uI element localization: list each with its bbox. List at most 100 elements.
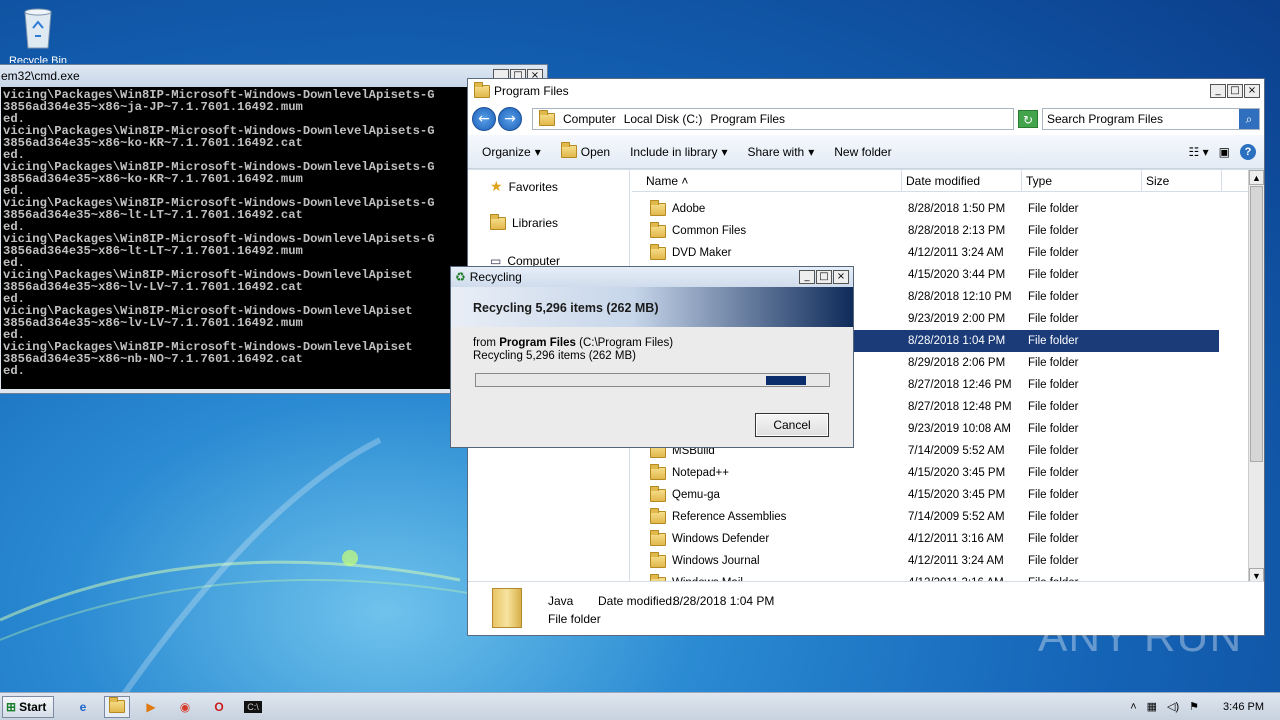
nav-favorites[interactable]: ★ Favorites <box>490 178 558 195</box>
view-options-icon[interactable]: ☷ ▾ <box>1189 145 1209 159</box>
refresh-button[interactable]: ↻ <box>1018 110 1038 128</box>
explorer-title: Program Files <box>494 84 569 98</box>
media-player-icon[interactable]: ▶ <box>138 696 164 718</box>
maximize-button[interactable]: □ <box>1227 84 1243 98</box>
table-row[interactable]: Qemu-ga 4/15/2020 3:45 PM File folder <box>632 484 1248 506</box>
row-name: Windows Journal <box>672 555 760 567</box>
cmd-line: 3856ad364e35~x86~lt-LT~7.1.7601.16492.mu… <box>3 244 303 258</box>
preview-pane-icon[interactable]: ▣ <box>1219 145 1230 159</box>
explorer-titlebar[interactable]: Program Files _ □ × <box>468 79 1264 103</box>
close-button[interactable]: × <box>1244 84 1260 98</box>
cancel-button[interactable]: Cancel <box>755 413 829 437</box>
column-headers: Name ˄ Date modified Type Size <box>632 170 1248 192</box>
search-placeholder: Search Program Files <box>1047 112 1164 126</box>
organize-menu[interactable]: Organize ▾ <box>482 145 541 159</box>
nav-libraries[interactable]: Libraries <box>490 213 558 230</box>
minimize-button[interactable]: _ <box>1210 84 1226 98</box>
address-bar[interactable]: Computer Local Disk (C:) Program Files <box>532 108 1014 130</box>
folder-icon <box>650 507 666 524</box>
row-type: File folder <box>1028 489 1079 501</box>
col-name[interactable]: Name ˄ <box>632 170 902 191</box>
clock[interactable]: 3:46 PM <box>1223 701 1264 713</box>
col-date-modified[interactable]: Date modified <box>902 170 1022 191</box>
row-type: File folder <box>1028 423 1079 435</box>
row-type: File folder <box>1028 225 1079 237</box>
explorer-taskbar-icon[interactable] <box>104 695 130 718</box>
table-row[interactable]: Notepad++ 4/15/2020 3:45 PM File folder <box>632 462 1248 484</box>
row-type: File folder <box>1028 313 1079 325</box>
recycle-bin-icon <box>24 8 52 49</box>
folder-icon <box>650 199 666 216</box>
row-date: 4/15/2020 3:45 PM <box>908 467 1006 479</box>
row-type: File folder <box>1028 379 1079 391</box>
share-with-menu[interactable]: Share with ▾ <box>748 145 815 159</box>
folder-icon <box>650 243 666 260</box>
row-date: 7/14/2009 5:52 AM <box>908 445 1005 457</box>
col-type[interactable]: Type <box>1022 170 1142 191</box>
cmd-titlebar[interactable]: em32\cmd.exe _ □ × <box>0 65 547 87</box>
scroll-thumb[interactable] <box>1250 186 1263 462</box>
folder-icon <box>650 463 666 480</box>
show-hidden-icons-icon[interactable]: ˄ <box>1130 701 1136 713</box>
dialog-headline: Recycling 5,296 items (262 MB) <box>451 287 853 327</box>
scroll-up-icon[interactable]: ▲ <box>1249 170 1264 185</box>
opera-icon[interactable]: O <box>206 696 232 718</box>
table-row[interactable]: Windows Defender 4/12/2011 3:16 AM File fo… <box>632 528 1248 550</box>
table-row[interactable]: Adobe 8/28/2018 1:50 PM File folder <box>632 198 1248 220</box>
breadcrumb-local-disk[interactable]: Local Disk (C:) <box>624 112 703 126</box>
close-button[interactable]: × <box>833 270 849 284</box>
recycling-dialog[interactable]: ♻ Recycling _ □ × Recycling 5,296 items … <box>450 266 854 448</box>
row-date: 9/23/2019 2:00 PM <box>908 313 1006 325</box>
row-type: File folder <box>1028 269 1079 281</box>
ie-icon[interactable]: e <box>70 696 96 718</box>
network-icon[interactable]: ▦ <box>1147 700 1157 713</box>
vertical-scrollbar[interactable]: ▲ ▼ <box>1248 170 1264 583</box>
row-date: 4/12/2011 3:16 AM <box>908 533 1004 545</box>
maximize-button[interactable]: □ <box>816 270 832 284</box>
row-type: File folder <box>1028 203 1079 215</box>
folder-icon <box>650 221 666 238</box>
table-row[interactable]: Windows Journal 4/12/2011 3:24 AM File fol… <box>632 550 1248 572</box>
folder-icon <box>474 81 490 98</box>
large-folder-icon <box>492 588 522 628</box>
row-date: 8/29/2018 2:06 PM <box>908 357 1006 369</box>
forward-button[interactable]: → <box>498 107 522 131</box>
col-size[interactable]: Size <box>1142 170 1222 191</box>
minimize-button[interactable]: _ <box>799 270 815 284</box>
row-date: 4/15/2020 3:44 PM <box>908 269 1006 281</box>
row-name: Common Files <box>672 225 747 237</box>
include-in-library-menu[interactable]: Include in library ▾ <box>630 145 727 159</box>
row-type: File folder <box>1028 357 1079 369</box>
breadcrumb-program-files[interactable]: Program Files <box>710 112 785 126</box>
windows-logo-icon: ⊞ <box>6 699 17 714</box>
dialog-titlebar[interactable]: ♻ Recycling _ □ × <box>451 267 853 287</box>
start-button[interactable]: ⊞ Start <box>2 695 54 718</box>
table-row[interactable]: Reference Assemblies 7/14/2009 5:52 AM Fil… <box>632 506 1248 528</box>
search-input[interactable]: Search Program Files ⌕ <box>1042 108 1260 130</box>
cmd-line: 3856ad364e35~x86~ja-JP~7.1.7601.16492.mu… <box>3 100 303 114</box>
table-row[interactable]: Common Files 8/28/2018 2:13 PM File folder <box>632 220 1248 242</box>
flag-icon[interactable]: ⚑ <box>1189 700 1199 713</box>
desktop-recycle-bin[interactable]: Recycle Bin <box>8 6 68 63</box>
chrome-icon[interactable]: ◉ <box>172 696 198 718</box>
cmd-taskbar-icon[interactable]: C:\ <box>240 696 266 718</box>
open-button[interactable]: Open <box>560 142 610 159</box>
row-name: Reference Assemblies <box>672 511 787 523</box>
table-row[interactable]: DVD Maker 4/12/2011 3:24 AM File folder <box>632 242 1248 264</box>
row-date: 8/28/2018 2:13 PM <box>908 225 1006 237</box>
row-type: File folder <box>1028 511 1079 523</box>
cmd-title: em32\cmd.exe <box>1 69 80 83</box>
breadcrumb-computer[interactable]: Computer <box>563 112 616 126</box>
new-folder-button[interactable]: New folder <box>834 145 891 159</box>
dialog-title: Recycling <box>469 270 522 284</box>
progress-marquee <box>766 376 806 385</box>
taskbar: ⊞ Start e ▶ ◉ O C:\ ˄ ▦ ◁) ⚑ 3:46 PM <box>0 692 1280 720</box>
help-icon[interactable]: ? <box>1240 143 1256 160</box>
search-icon[interactable]: ⌕ <box>1239 109 1259 129</box>
details-date: 8/28/2018 1:04 PM <box>673 594 775 608</box>
row-type: File folder <box>1028 467 1079 479</box>
back-button[interactable]: ← <box>472 107 496 131</box>
recycle-bin-label: Recycle Bin <box>8 55 68 63</box>
row-date: 8/28/2018 1:04 PM <box>908 335 1006 347</box>
volume-icon[interactable]: ◁) <box>1167 700 1179 713</box>
